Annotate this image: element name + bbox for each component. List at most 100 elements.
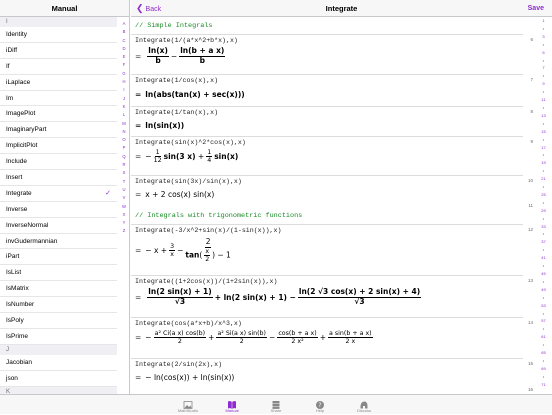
function-list-item[interactable]: json [0,371,117,387]
scroll-index-mark[interactable]: 41 [541,254,545,262]
index-letter[interactable]: J [123,95,125,103]
index-letter[interactable]: O [122,136,125,144]
math-input[interactable]: Integrate(sin(x)^2*cos(x),x) [135,139,246,146]
function-list-item[interactable]: Integrate ✓ [0,186,117,202]
scroll-index-mark[interactable]: 5 [542,49,544,57]
scroll-index-mark[interactable]: 61 [541,333,545,341]
scroll-index-mark[interactable]: • [543,199,544,207]
math-entry[interactable]: Integrate(1/cos(x),x) = ln(abs(tan(x) + s… [131,74,523,106]
scroll-index-mark[interactable]: • [543,151,544,159]
index-letter[interactable]: X [123,211,126,219]
tab-manual[interactable]: Manual [210,395,254,414]
index-letter[interactable]: K [123,103,126,111]
math-entry[interactable]: Integrate(1/(a*x^2+b*x),x) = ln(x) b − ln… [131,34,523,74]
scroll-index-mark[interactable]: • [543,357,544,365]
index-letter[interactable]: Z [123,227,126,235]
alphabet-index[interactable]: ABCDEFGHIJKLMNOPQRSTUVWXYZ [118,20,129,394]
scroll-index-mark[interactable]: • [543,72,544,80]
scroll-index-mark[interactable]: • [543,262,544,270]
function-list-item[interactable]: iLaplace [0,75,117,91]
scroll-index-mark[interactable]: • [543,246,544,254]
scroll-index-mark[interactable]: • [543,230,544,238]
scroll-index-mark[interactable]: • [543,41,544,49]
scroll-index-mark[interactable]: • [543,104,544,112]
scroll-index-mark[interactable]: 71 [541,381,545,389]
scroll-index-mark[interactable]: • [543,136,544,144]
scroll-index-mark[interactable]: • [543,325,544,333]
function-list-item[interactable]: ImplicitPlot [0,138,117,155]
index-letter[interactable]: M [122,120,126,128]
math-input[interactable]: Integrate(-3/x^2+sin(x)/(1-sin(x)),x) [135,227,281,234]
index-letter[interactable]: E [123,53,126,61]
function-list-item[interactable]: InverseNormal [0,218,117,234]
scroll-index-mark[interactable]: • [543,215,544,223]
index-letter[interactable]: V [123,194,126,202]
scroll-index-mark[interactable]: 57 [541,317,545,325]
function-list-item[interactable]: IsPoly [0,313,117,329]
index-letter[interactable]: N [122,128,125,136]
function-list-item[interactable]: iPart [0,249,117,266]
math-input[interactable]: Integrate((1+2cos(x))/(1+2sin(x)),x) [135,278,277,285]
index-letter[interactable]: F [123,61,126,69]
function-list-item[interactable]: invGudermannian [0,234,117,250]
document-body[interactable]: // Simple Integrals Integrate(1/(a*x^2+b… [131,17,535,394]
scroll-index-mark[interactable]: 15 [541,128,545,136]
function-list-item[interactable]: ImagePlot [0,106,117,123]
tab-share[interactable]: Share [254,395,298,414]
scroll-index-mark[interactable]: 53 [541,302,545,310]
scroll-index-mark[interactable]: • [543,294,544,302]
scroll-index-mark[interactable]: 11 [541,96,545,104]
index-letter[interactable]: G [122,70,125,78]
scroll-index-mark[interactable]: 1 [542,17,544,25]
scroll-index-mark[interactable]: • [543,373,544,381]
scroll-index-mark[interactable]: • [543,57,544,65]
function-list-item[interactable]: iDiff [0,43,117,59]
scroll-index-mark[interactable]: • [543,120,544,128]
math-entry[interactable]: Integrate(1/tan(x),x) = ln(sin(x)) [131,106,523,136]
scroll-index-mark[interactable]: 65 [541,349,545,357]
function-list-item[interactable]: Identity [0,27,117,43]
function-list-item[interactable]: ImaginaryPart [0,122,117,139]
function-list-item[interactable]: Inverse [0,202,117,218]
index-letter[interactable]: P [123,144,126,152]
scroll-index-mark[interactable]: • [543,167,544,175]
index-letter[interactable]: D [122,45,125,53]
scroll-index-mark[interactable]: 49 [541,286,545,294]
index-letter[interactable]: B [123,28,126,36]
tab-discuss[interactable]: Discuss [342,395,386,414]
math-entry[interactable]: Integrate(cos(a*x+b)/x^3,x) = − a² Ci(a … [131,317,523,358]
scroll-index-mark[interactable]: • [543,341,544,349]
scroll-index-mark[interactable]: 9 [542,80,544,88]
scroll-index-mark[interactable]: 33 [541,223,545,231]
function-list-item[interactable]: Jacobian [0,355,117,371]
document-scroll-index[interactable]: 1 • 3 • 5 • 7 • 9 • 11 • 13 • 15 • 17 • 19 • 21 • 25 • 29 • 33 • 37 •… [535,17,552,394]
scroll-index-mark[interactable]: 19 [541,159,545,167]
index-letter[interactable]: A [123,20,126,28]
math-input[interactable]: Integrate(cos(a*x+b)/x^3,x) [135,320,242,327]
index-letter[interactable]: W [122,203,126,211]
function-list-item[interactable]: Include [0,154,117,171]
math-input[interactable]: Integrate(sin(3x)/sin(x),x) [135,178,242,185]
function-list-item[interactable]: IsMatrix [0,281,117,298]
scroll-index-mark[interactable]: • [543,278,544,286]
index-letter[interactable]: S [123,169,126,177]
scroll-index-mark[interactable]: 37 [541,238,545,246]
function-list[interactable]: I Identity iDiff If iLaplace Im ImagePlot Imagi… [0,17,117,394]
index-letter[interactable]: H [122,78,125,86]
function-list-item[interactable]: Im [0,91,117,107]
function-list-item[interactable]: If [0,59,117,75]
scroll-index-mark[interactable]: 45 [541,270,545,278]
scroll-index-mark[interactable]: • [543,25,544,33]
math-input[interactable]: Integrate(2/sin(2x),x) [135,361,222,368]
tab-mathstudio[interactable]: MathStudio [166,395,210,414]
math-entry[interactable]: Integrate(sin(3x)/sin(x),x) = x + 2 cos(x… [131,175,523,205]
scroll-index-mark[interactable]: 29 [541,207,545,215]
scroll-index-mark[interactable]: 7 [542,64,544,72]
math-entry[interactable]: Integrate((1+2cos(x))/(1+2sin(x)),x) = l… [131,275,523,317]
index-letter[interactable]: L [123,111,125,119]
math-entry[interactable]: Integrate(2/sin(2x),x) = − ln(cos(x)) + l… [131,358,523,394]
math-input[interactable]: Integrate(1/tan(x),x) [135,109,218,116]
function-list-item[interactable]: Insert [0,170,117,186]
math-entry[interactable]: Integrate(sin(x)^2*cos(x),x) = − 1 12 sin… [131,136,523,175]
scroll-index-mark[interactable]: • [543,310,544,318]
